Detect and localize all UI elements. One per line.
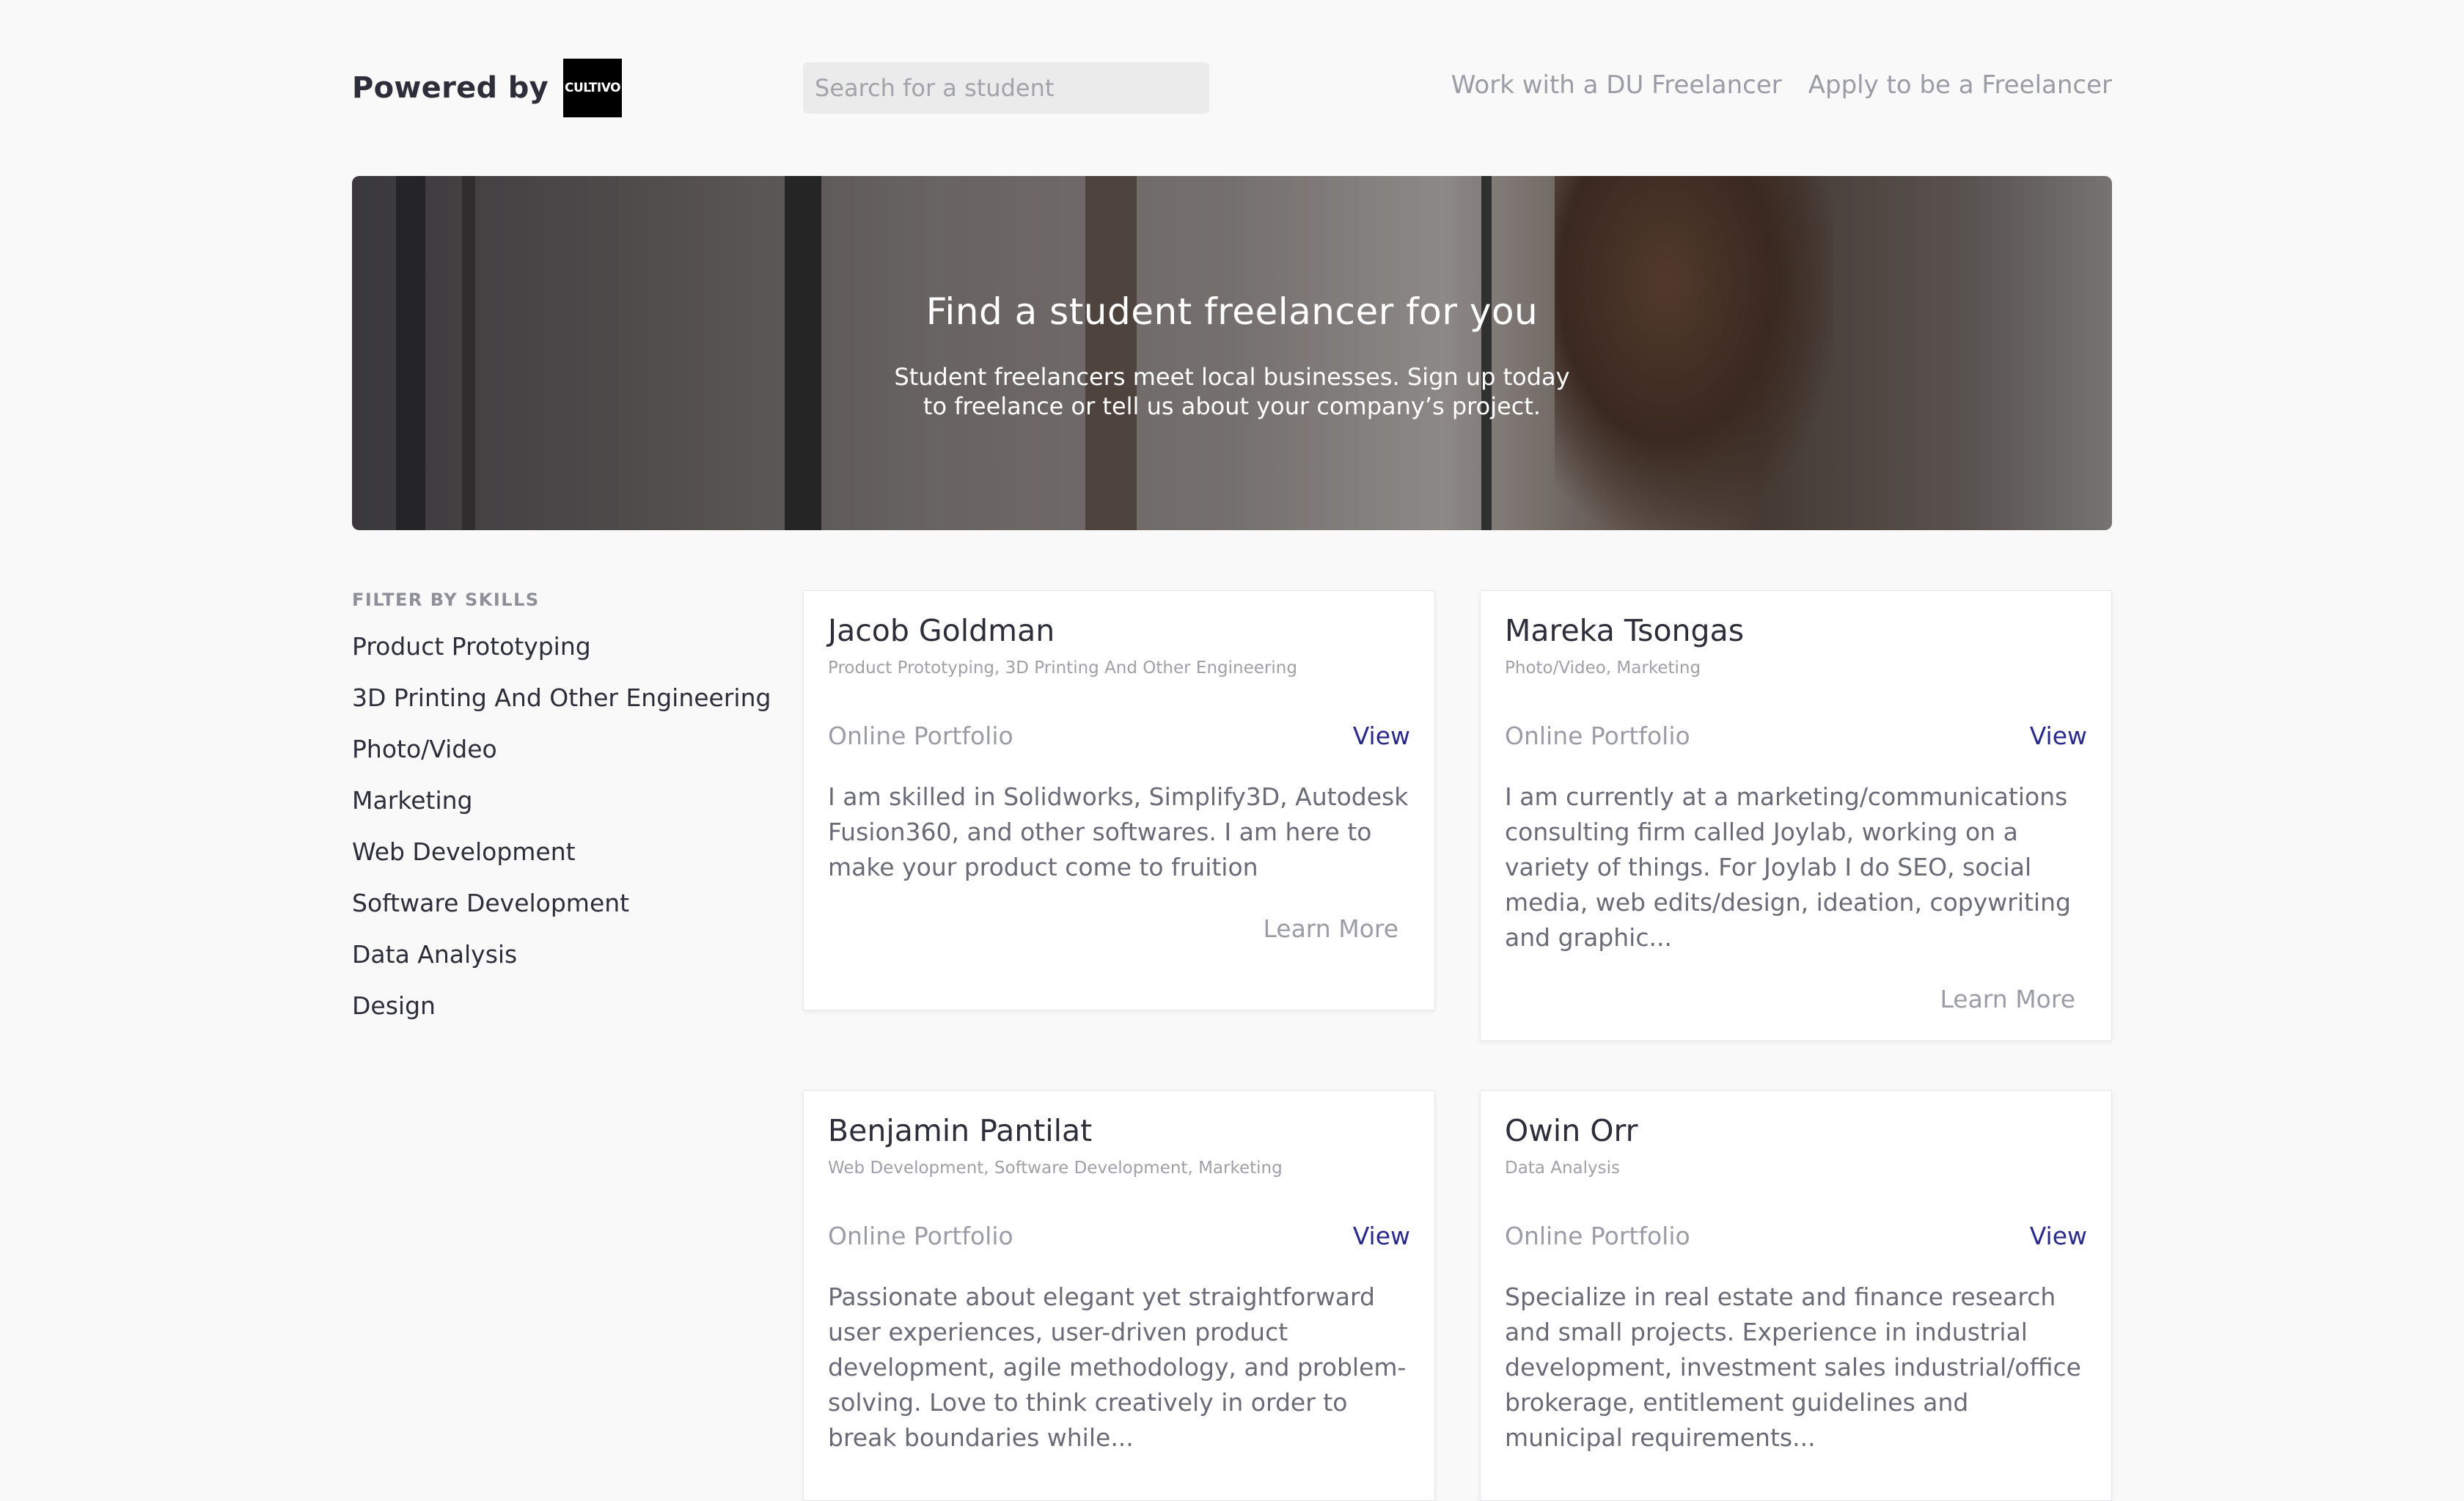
portfolio-label: Online Portfolio bbox=[1505, 1222, 1690, 1250]
skill-filter-item[interactable]: Web Development bbox=[352, 834, 771, 886]
brand-label: Powered by bbox=[352, 71, 549, 105]
nav-apply-freelancer[interactable]: Apply to be a Freelancer bbox=[1808, 70, 2112, 100]
portfolio-label: Online Portfolio bbox=[1505, 722, 1690, 750]
portfolio-row: Online Portfolio View bbox=[828, 1222, 1410, 1250]
filter-heading: FILTER BY SKILLS bbox=[352, 590, 540, 610]
freelancer-bio: I am currently at a marketing/communicat… bbox=[1505, 782, 2071, 952]
skill-filter-item[interactable]: Product Prototyping bbox=[352, 629, 771, 680]
cultivo-logo: CULTIVO bbox=[563, 59, 622, 117]
freelancer-name: Benjamin Pantilat bbox=[828, 1113, 1093, 1148]
learn-more-button[interactable]: Learn More bbox=[828, 914, 1410, 943]
freelancer-card[interactable]: Owin Orr Data Analysis Online Portfolio … bbox=[1480, 1090, 2112, 1501]
skill-filter-item[interactable]: Design bbox=[352, 988, 771, 1040]
freelancer-name: Jacob Goldman bbox=[828, 613, 1055, 648]
portfolio-label: Online Portfolio bbox=[828, 722, 1013, 750]
top-nav: Work with a DU Freelancer Apply to be a … bbox=[1451, 70, 2112, 100]
freelancer-skills: Data Analysis bbox=[1505, 1159, 1620, 1178]
learn-more-button[interactable]: Learn More bbox=[1505, 985, 2087, 1013]
portfolio-row: Online Portfolio View bbox=[828, 722, 1410, 750]
portfolio-label: Online Portfolio bbox=[828, 1222, 1013, 1250]
hero-banner: Find a student freelancer for you Studen… bbox=[352, 176, 2112, 530]
skill-filter-item[interactable]: Software Development bbox=[352, 886, 771, 937]
skill-filter-item[interactable]: Marketing bbox=[352, 783, 771, 834]
skill-filter-item[interactable]: 3D Printing And Other Engineering bbox=[352, 680, 771, 732]
portfolio-view-link[interactable]: View bbox=[1353, 722, 1410, 750]
freelancer-bio: Specialize in real estate and finance re… bbox=[1505, 1282, 2081, 1452]
freelancer-skills: Web Development, Software Development, M… bbox=[828, 1159, 1283, 1178]
logo-text: CULTIVO bbox=[564, 81, 621, 95]
freelancer-card[interactable]: Benjamin Pantilat Web Development, Softw… bbox=[803, 1090, 1435, 1501]
nav-work-with-freelancer[interactable]: Work with a DU Freelancer bbox=[1451, 70, 1782, 100]
freelancer-bio: Passionate about elegant yet straightfor… bbox=[828, 1282, 1407, 1452]
skill-filter-list: Product Prototyping 3D Printing And Othe… bbox=[352, 629, 771, 1040]
portfolio-row: Online Portfolio View bbox=[1505, 722, 2087, 750]
hero-title: Find a student freelancer for you bbox=[925, 290, 1539, 333]
freelancer-skills: Photo/Video, Marketing bbox=[1505, 658, 1701, 678]
search-input[interactable] bbox=[803, 62, 1209, 114]
skill-filter-item[interactable]: Data Analysis bbox=[352, 937, 771, 988]
freelancer-name: Owin Orr bbox=[1505, 1113, 1638, 1148]
skill-filter-item[interactable]: Photo/Video bbox=[352, 732, 771, 783]
portfolio-view-link[interactable]: View bbox=[1353, 1222, 1410, 1250]
portfolio-view-link[interactable]: View bbox=[2030, 722, 2087, 750]
freelancer-card[interactable]: Mareka Tsongas Photo/Video, Marketing On… bbox=[1480, 590, 2112, 1041]
hero-subtitle: Student freelancers meet local businesse… bbox=[894, 363, 1570, 420]
portfolio-row: Online Portfolio View bbox=[1505, 1222, 2087, 1250]
freelancer-card[interactable]: Jacob Goldman Product Prototyping, 3D Pr… bbox=[803, 590, 1435, 1010]
brand[interactable]: Powered by CULTIVO bbox=[352, 59, 622, 117]
portfolio-view-link[interactable]: View bbox=[2030, 1222, 2087, 1250]
freelancer-bio: I am skilled in Solidworks, Simplify3D, … bbox=[828, 782, 1409, 881]
freelancer-name: Mareka Tsongas bbox=[1505, 613, 1745, 648]
freelancer-skills: Product Prototyping, 3D Printing And Oth… bbox=[828, 658, 1297, 678]
